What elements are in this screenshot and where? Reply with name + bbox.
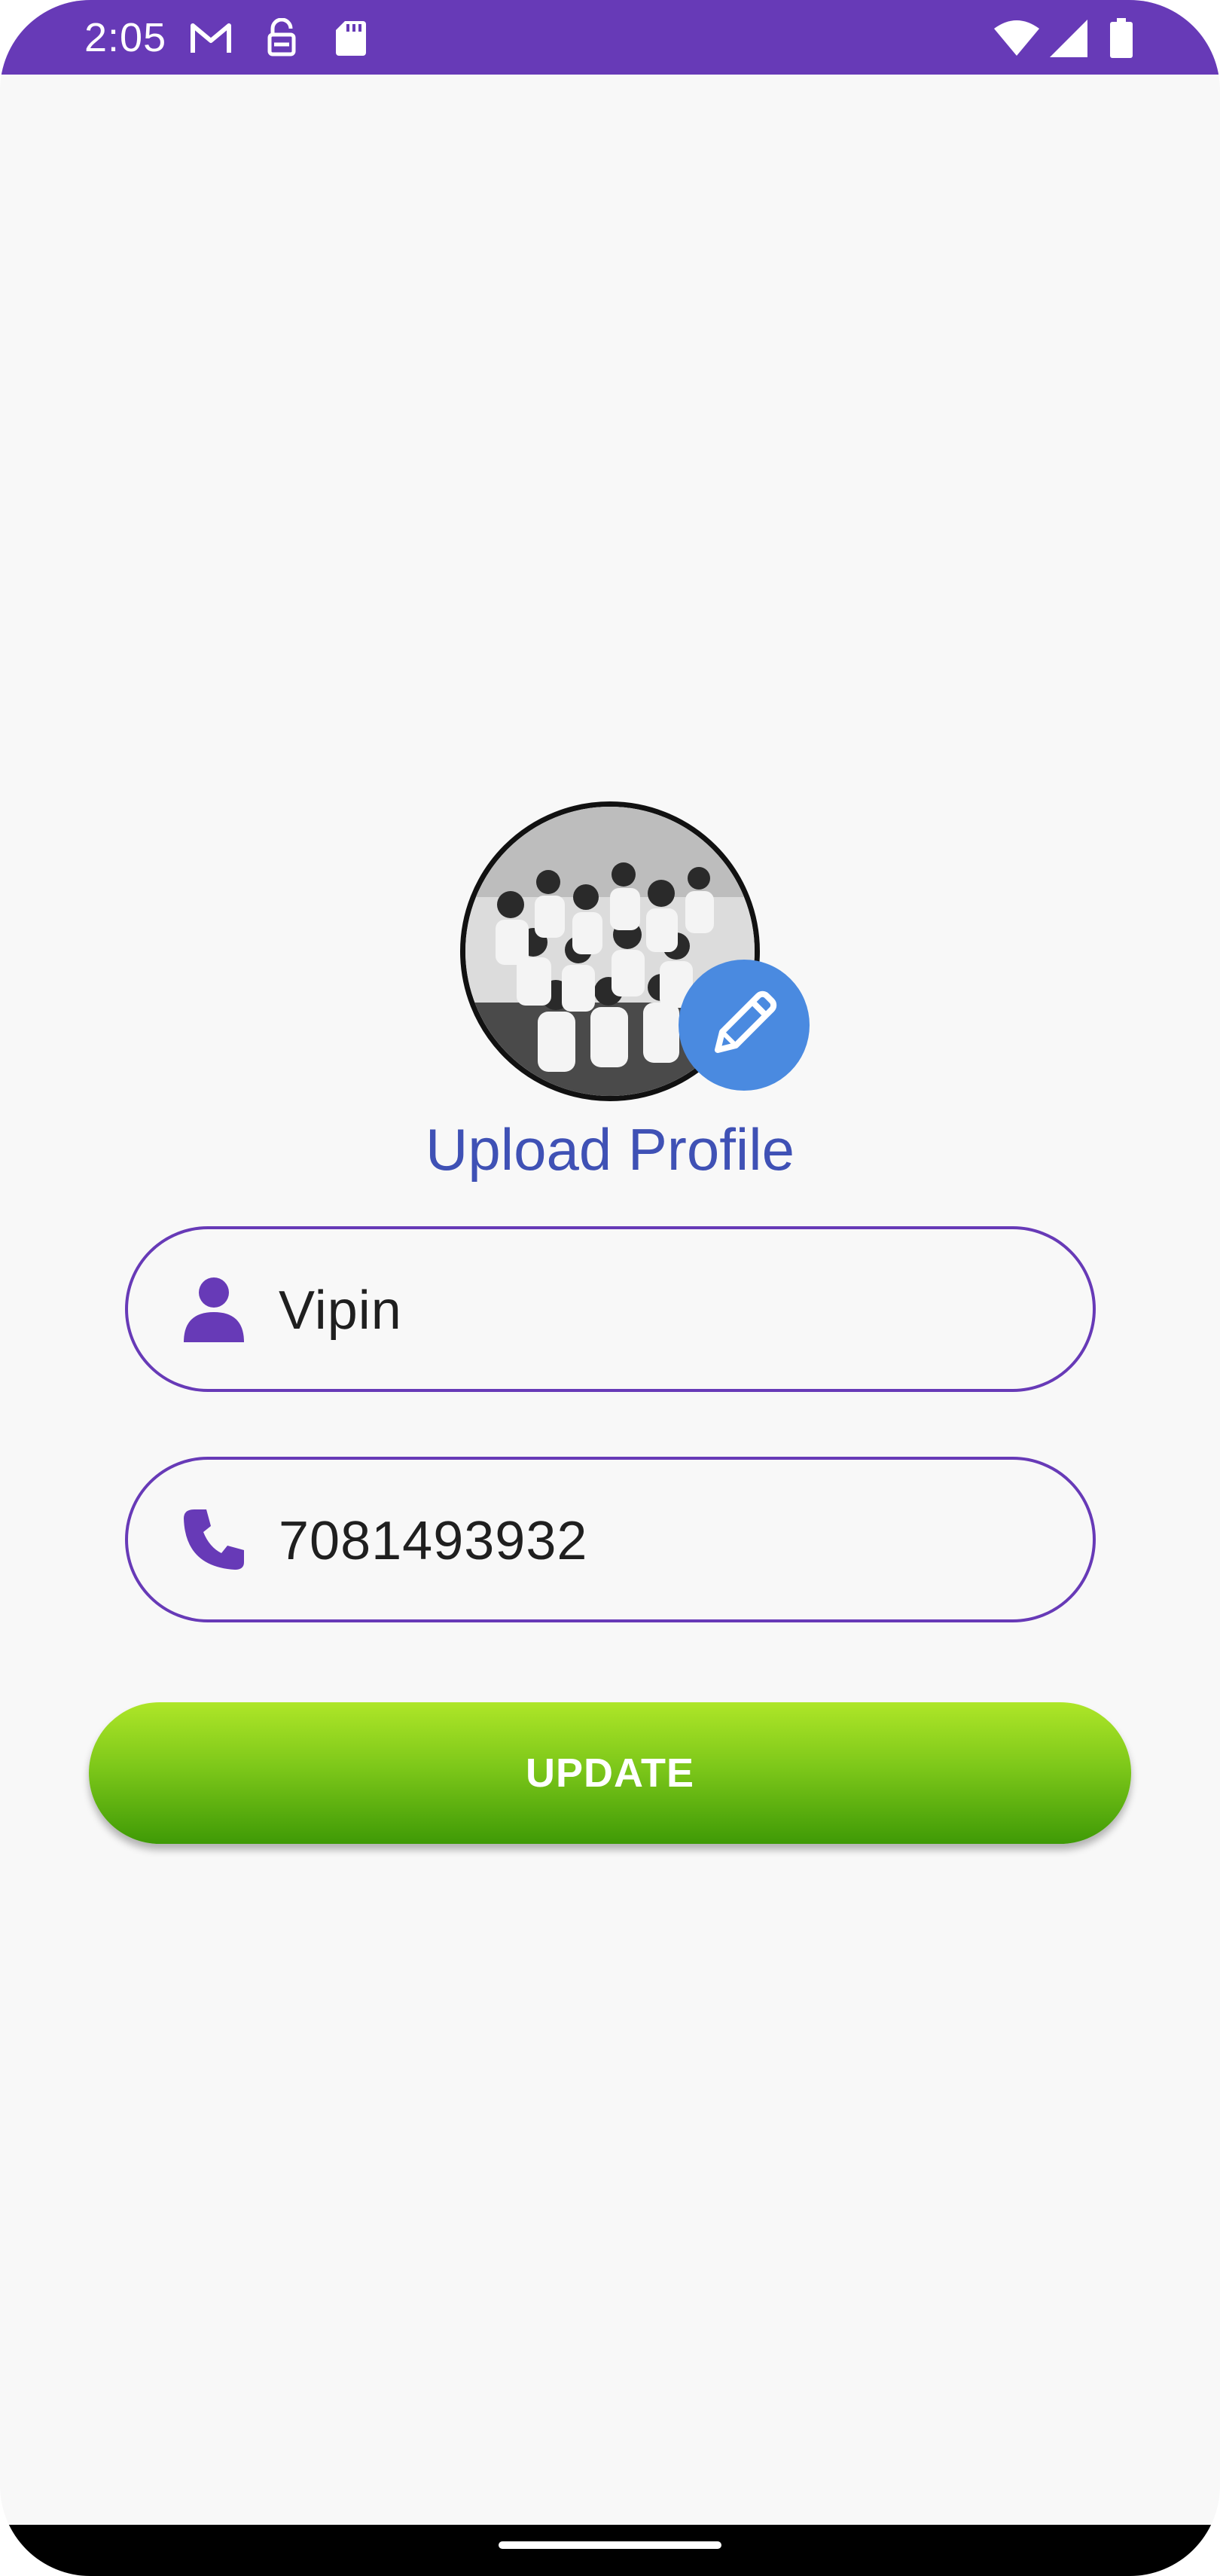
phone-icon [178, 1503, 250, 1576]
phone-field[interactable]: 7081493932 [125, 1457, 1096, 1622]
update-button[interactable]: UPDATE [89, 1702, 1131, 1844]
edit-profile-button[interactable] [679, 960, 810, 1091]
phone-input[interactable]: 7081493932 [279, 1503, 587, 1579]
wifi-icon [993, 18, 1041, 59]
pencil-icon [703, 982, 785, 1069]
signal-icon [1048, 18, 1089, 59]
gmail-icon [188, 18, 233, 59]
navigation-bar [0, 2525, 1220, 2576]
status-time: 2:05 [84, 15, 167, 60]
upload-profile-title[interactable]: Upload Profile [0, 1112, 1220, 1187]
sd-card-icon [334, 18, 368, 59]
status-bar: 2:05 [0, 0, 1220, 75]
person-icon [178, 1273, 250, 1345]
sim-unlock-icon [265, 18, 298, 59]
home-gesture-handle[interactable] [499, 2541, 721, 2549]
name-input[interactable]: Vipin [279, 1273, 402, 1348]
profile-avatar-container [460, 801, 810, 1101]
name-field[interactable]: Vipin [125, 1226, 1096, 1392]
battery-icon [1109, 18, 1134, 59]
app-screen: 2:05 Upload Profile Vipin 7081493932 UPD… [0, 0, 1220, 2576]
